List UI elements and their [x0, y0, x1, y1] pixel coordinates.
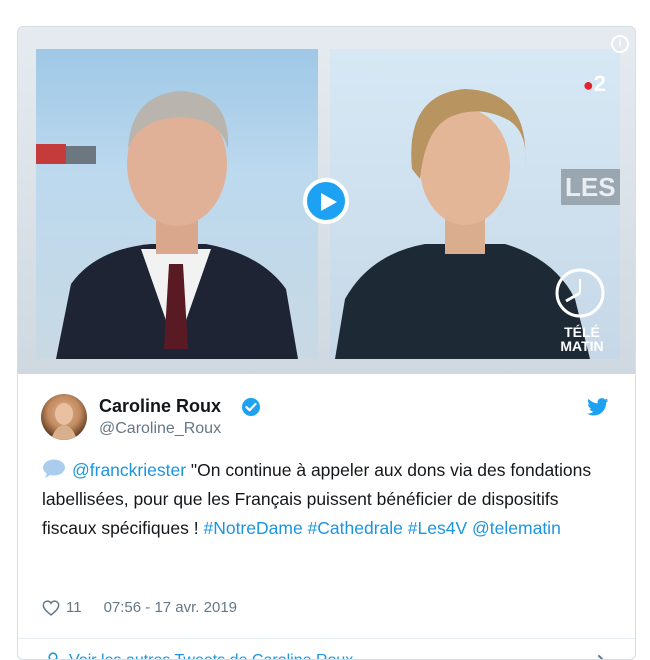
author-handle[interactable]: @Caroline_Roux: [99, 420, 221, 438]
france2-logo: ●2: [582, 71, 606, 96]
telematin-logo: TÉLÉ MATIN: [560, 324, 604, 354]
hashtag-link-les4v[interactable]: #Les4V: [408, 518, 467, 538]
tweet-timestamp[interactable]: 07:56 - 17 avr. 2019: [104, 599, 237, 616]
play-icon: [321, 193, 337, 211]
tweet-text: @franckriester "On continue à appeler au…: [42, 456, 612, 543]
more-tweets-link[interactable]: Voir les autres Tweets de Caroline Roux: [18, 639, 635, 659]
hashtag-link-cathedrale[interactable]: #Cathedrale: [308, 518, 403, 538]
author-name[interactable]: Caroline Roux: [99, 396, 221, 417]
background-grey-sign: [66, 146, 96, 164]
chevron-right-icon: [598, 655, 604, 659]
speech-bubble-icon: [43, 459, 65, 478]
info-icon[interactable]: i: [611, 35, 629, 53]
embedded-tweet-card: LES ●2 TÉLÉ MATIN i Caroline Roux @Carol…: [17, 26, 636, 660]
mention-link[interactable]: @franckriester: [72, 460, 186, 480]
les-overlay-text: LES: [561, 169, 620, 205]
background-red-sign: [36, 144, 66, 164]
video-panel-left: [36, 49, 318, 359]
person-icon: [48, 652, 58, 659]
twitter-bird-icon[interactable]: [587, 398, 609, 416]
clock-icon: [555, 268, 605, 318]
video-panel-right: LES ●2 TÉLÉ MATIN: [330, 49, 620, 359]
tweet-meta: 11 07:56 - 17 avr. 2019: [42, 599, 237, 616]
heart-icon[interactable]: [42, 599, 60, 616]
verified-badge-icon: [242, 398, 260, 416]
like-count: 11: [66, 599, 82, 616]
avatar[interactable]: [41, 394, 87, 440]
mention-link-telematin[interactable]: @telematin: [472, 518, 561, 538]
man-in-suit-figure: [56, 91, 298, 359]
avatar-portrait: [51, 403, 77, 440]
hashtag-link-notredame[interactable]: #NotreDame: [203, 518, 302, 538]
more-tweets-label: Voir les autres Tweets de Caroline Roux: [69, 652, 353, 659]
play-button[interactable]: [303, 178, 349, 224]
video-media[interactable]: LES ●2 TÉLÉ MATIN i: [18, 27, 635, 374]
